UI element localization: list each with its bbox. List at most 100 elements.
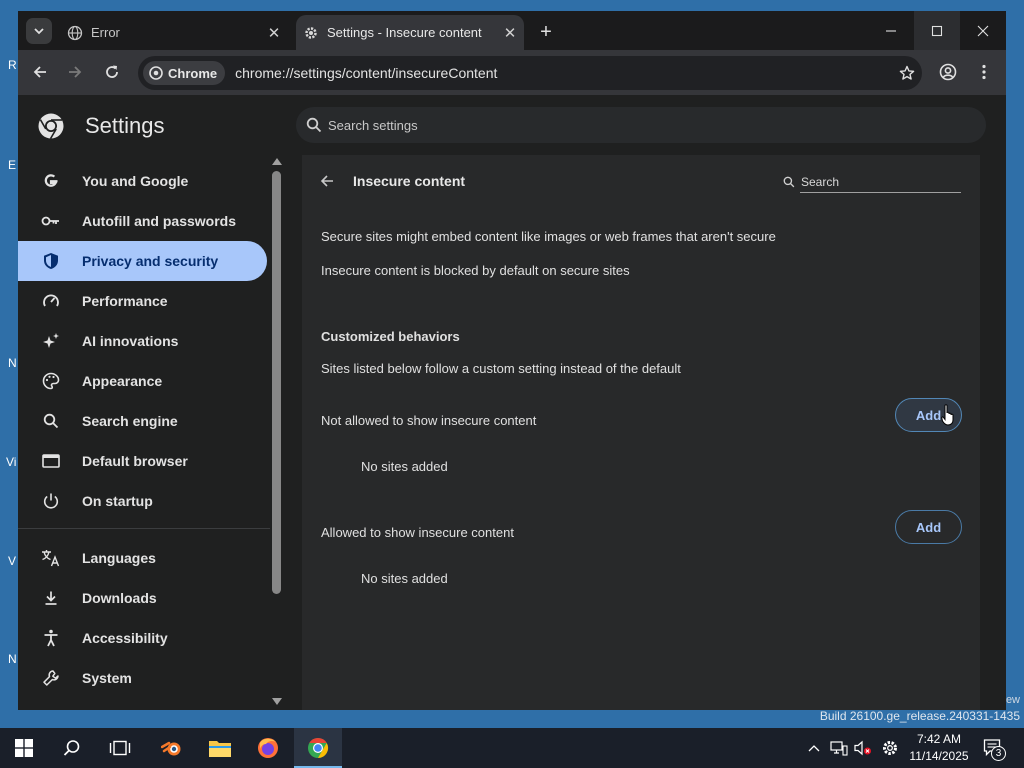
maximize-button[interactable] <box>914 11 960 50</box>
close-icon[interactable]: ✕ <box>264 23 284 43</box>
sidebar-item-appearance[interactable]: Appearance <box>18 361 267 401</box>
sidebar-item-label: Languages <box>82 550 156 566</box>
new-tab-button[interactable]: + <box>534 20 558 44</box>
tab-strip: Error ✕ Settings - Insecure content ✕ + <box>18 11 1006 50</box>
site-search-input[interactable]: Search <box>780 171 962 193</box>
page-title: Settings <box>85 113 165 138</box>
address-bar[interactable]: Chrome chrome://settings/content/insecur… <box>138 56 922 90</box>
sidebar-item-default-browser[interactable]: Default browser <box>18 441 267 481</box>
chevron-down-icon <box>34 28 44 35</box>
network-tray-icon[interactable] <box>828 728 850 768</box>
profile-icon <box>939 63 957 81</box>
not-allowed-empty-text: No sites added <box>361 459 448 474</box>
sidebar-item-ai-innovations[interactable]: AI innovations <box>18 321 267 361</box>
system-clock[interactable]: 7:42 AM 11/14/2025 <box>902 731 976 765</box>
sidebar-item-label: Privacy and security <box>82 253 219 269</box>
close-window-button[interactable] <box>960 11 1006 50</box>
volume-tray-icon[interactable] <box>852 728 874 768</box>
sidebar-item-label: System <box>82 670 132 686</box>
sidebar-item-label: You and Google <box>82 173 189 189</box>
folder-icon <box>209 741 231 757</box>
sidebar-item-languages[interactable]: Languages <box>18 538 267 578</box>
scroll-down-arrow-icon[interactable] <box>272 698 282 705</box>
profile-button[interactable] <box>935 59 961 85</box>
taskbar-app-file-explorer[interactable] <box>196 728 244 768</box>
arrow-left-icon <box>33 66 46 78</box>
desktop-icon-label: Vi <box>6 455 17 469</box>
search-underline <box>800 192 961 193</box>
sidebar-item-performance[interactable]: Performance <box>18 281 267 321</box>
google-g-icon <box>41 171 61 191</box>
power-icon <box>41 491 61 511</box>
search-placeholder: Search settings <box>328 117 418 133</box>
task-view-icon <box>109 740 131 756</box>
desktop-icon-label: N <box>8 356 17 370</box>
taskbar-app-firefox[interactable] <box>244 728 292 768</box>
sidebar-item-on-startup[interactable]: On startup <box>18 481 267 521</box>
sidebar-item-label: Search engine <box>82 413 178 429</box>
back-arrow-button[interactable] <box>317 171 337 191</box>
add-allowed-button[interactable]: Add <box>895 510 962 544</box>
sidebar-scrollbar[interactable] <box>270 155 284 710</box>
taskbar-search-button[interactable] <box>48 728 96 768</box>
sidebar-item-label: On startup <box>82 493 153 509</box>
palette-icon <box>41 371 61 391</box>
close-icon <box>977 25 989 36</box>
tab-error[interactable]: Error ✕ <box>60 15 288 50</box>
site-info-chip[interactable]: Chrome <box>143 61 226 85</box>
search-icon <box>41 411 61 431</box>
tab-search-button[interactable] <box>26 18 52 44</box>
scroll-up-arrow-icon[interactable] <box>272 158 282 165</box>
tab-settings[interactable]: Settings - Insecure content ✕ <box>296 15 524 50</box>
desktop-icon-label: V <box>8 554 17 568</box>
hand-cursor-icon <box>941 404 954 426</box>
sidebar-item-label: Autofill and passwords <box>82 213 237 229</box>
tab-title: Settings - Insecure content <box>327 25 482 40</box>
start-button[interactable] <box>0 728 48 768</box>
desktop-icon-label: N <box>8 652 17 666</box>
sidebar-item-you-and-google[interactable]: You and Google <box>18 161 267 201</box>
back-button[interactable] <box>27 59 53 85</box>
clock-date: 11/14/2025 <box>909 749 969 763</box>
desktop-watermark-fragment: ew <box>1005 694 1020 706</box>
bookmark-star-icon[interactable] <box>892 65 922 81</box>
taskbar: 7:42 AM 11/14/2025 3 <box>0 728 1024 768</box>
settings-search-input[interactable]: Search settings <box>296 107 986 143</box>
notification-center-button[interactable]: 3 <box>980 728 1006 768</box>
arrow-right-icon <box>69 66 82 78</box>
taskbar-app-chrome[interactable] <box>294 728 342 768</box>
gear-icon <box>883 741 897 755</box>
taskbar-app-blender[interactable] <box>148 728 196 768</box>
blender-icon <box>161 741 181 756</box>
url-text[interactable]: chrome://settings/content/insecureConten… <box>235 65 892 81</box>
network-icon <box>830 741 848 756</box>
sidebar-item-accessibility[interactable]: Accessibility <box>18 618 267 658</box>
kebab-menu-icon <box>982 64 986 80</box>
sidebar-item-system[interactable]: System <box>18 658 267 698</box>
sidebar-item-privacy-security[interactable]: Privacy and security <box>18 241 267 281</box>
settings-tray-icon[interactable] <box>878 728 902 768</box>
sidebar-item-search-engine[interactable]: Search engine <box>18 401 267 441</box>
close-icon[interactable]: ✕ <box>500 23 520 43</box>
default-behavior-text: Insecure content is blocked by default o… <box>321 263 630 278</box>
customized-description: Sites listed below follow a custom setti… <box>321 361 681 376</box>
minimize-button[interactable] <box>868 11 914 50</box>
sidebar-divider <box>18 528 270 529</box>
search-placeholder: Search <box>801 175 840 189</box>
chrome-logo-icon <box>38 113 64 139</box>
arrow-left-icon <box>320 175 333 187</box>
globe-icon <box>67 25 83 41</box>
scroll-thumb[interactable] <box>272 171 281 594</box>
insecure-content-card: Insecure content Search Secure sites mig… <box>302 155 980 710</box>
show-hidden-icons-button[interactable] <box>804 728 824 768</box>
menu-button[interactable] <box>971 59 997 85</box>
key-icon <box>41 211 61 231</box>
sidebar-item-autofill[interactable]: Autofill and passwords <box>18 201 267 241</box>
notification-count-badge: 3 <box>991 746 1006 761</box>
browser-window: Error ✕ Settings - Insecure content ✕ + <box>18 11 1006 710</box>
forward-button[interactable] <box>62 59 88 85</box>
sidebar-item-downloads[interactable]: Downloads <box>18 578 267 618</box>
task-view-button[interactable] <box>96 728 144 768</box>
reload-button[interactable] <box>99 59 125 85</box>
desktop-icon-label: R <box>8 58 17 72</box>
